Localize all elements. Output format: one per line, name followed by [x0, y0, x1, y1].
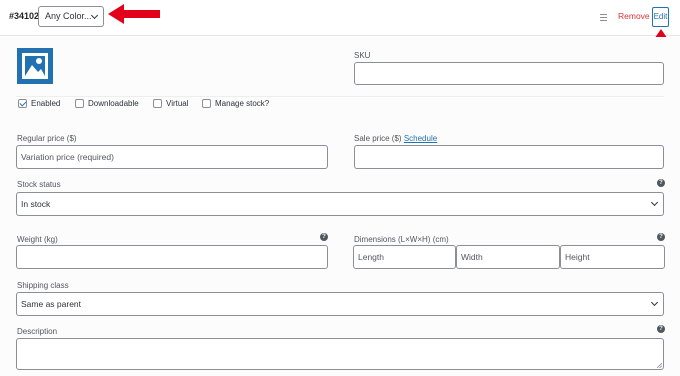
drag-handle-icon[interactable]	[600, 14, 607, 23]
remove-link[interactable]: Remove	[618, 11, 650, 21]
sale-price-label-group: Sale price ($) Schedule	[354, 134, 437, 143]
downloadable-checkbox-row[interactable]: Downloadable	[75, 99, 139, 108]
stock-status-value: In stock	[21, 199, 51, 209]
shipping-class-value: Same as parent	[21, 299, 82, 309]
sku-input[interactable]	[354, 62, 664, 85]
height-input[interactable]: Height	[560, 245, 665, 269]
help-icon[interactable]: ?	[657, 179, 665, 187]
sale-price-input[interactable]	[354, 145, 664, 169]
divider	[16, 96, 664, 97]
height-placeholder: Height	[565, 252, 590, 262]
regular-price-label: Regular price ($)	[17, 134, 77, 143]
image-placeholder-icon[interactable]	[17, 48, 53, 84]
attribute-select-value: Any Color...	[45, 11, 92, 21]
virtual-label: Virtual	[166, 99, 189, 108]
enabled-checkbox[interactable]	[18, 99, 27, 108]
enabled-label: Enabled	[31, 99, 61, 108]
stock-status-select[interactable]: In stock	[16, 192, 664, 216]
description-label: Description	[17, 327, 58, 336]
chevron-down-icon	[650, 198, 659, 207]
help-icon[interactable]: ?	[657, 233, 665, 241]
shipping-class-select[interactable]: Same as parent	[16, 292, 664, 316]
stock-status-label: Stock status	[17, 180, 61, 189]
shipping-class-label: Shipping class	[17, 281, 69, 290]
edit-link[interactable]: Edit	[652, 7, 669, 27]
regular-price-placeholder: Variation price (required)	[21, 152, 114, 162]
downloadable-checkbox[interactable]	[75, 99, 84, 108]
sale-price-label: Sale price ($)	[354, 134, 402, 143]
resize-handle-icon[interactable]	[656, 362, 662, 368]
virtual-checkbox[interactable]	[153, 99, 162, 108]
attribute-select[interactable]: Any Color...	[38, 6, 104, 27]
enabled-checkbox-row[interactable]: Enabled	[18, 99, 60, 108]
annotation-arrow-left-icon	[108, 4, 160, 24]
chevron-down-icon	[90, 11, 99, 20]
virtual-checkbox-row[interactable]: Virtual	[153, 99, 189, 108]
description-textarea[interactable]	[16, 338, 664, 370]
sku-label: SKU	[354, 51, 371, 60]
help-icon[interactable]: ?	[657, 325, 665, 333]
manage-stock-label: Manage stock?	[215, 99, 270, 108]
chevron-down-icon	[650, 298, 659, 307]
variation-id: #34102	[9, 11, 40, 21]
downloadable-label: Downloadable	[88, 99, 139, 108]
manage-stock-checkbox[interactable]	[202, 99, 211, 108]
weight-label: Weight (kg)	[17, 235, 58, 244]
weight-input[interactable]	[16, 245, 328, 269]
variation-header: #34102 Any Color... Remove Edit	[0, 0, 680, 36]
manage-stock-checkbox-row[interactable]: Manage stock?	[202, 99, 269, 108]
width-placeholder: Width	[461, 252, 483, 262]
regular-price-input[interactable]: Variation price (required)	[16, 145, 328, 169]
dimensions-label: Dimensions (L×W×H) (cm)	[354, 235, 449, 244]
length-placeholder: Length	[358, 252, 384, 262]
help-icon[interactable]: ?	[320, 233, 328, 241]
width-input[interactable]: Width	[456, 245, 560, 269]
schedule-link[interactable]: Schedule	[404, 134, 437, 143]
length-input[interactable]: Length	[353, 245, 456, 269]
